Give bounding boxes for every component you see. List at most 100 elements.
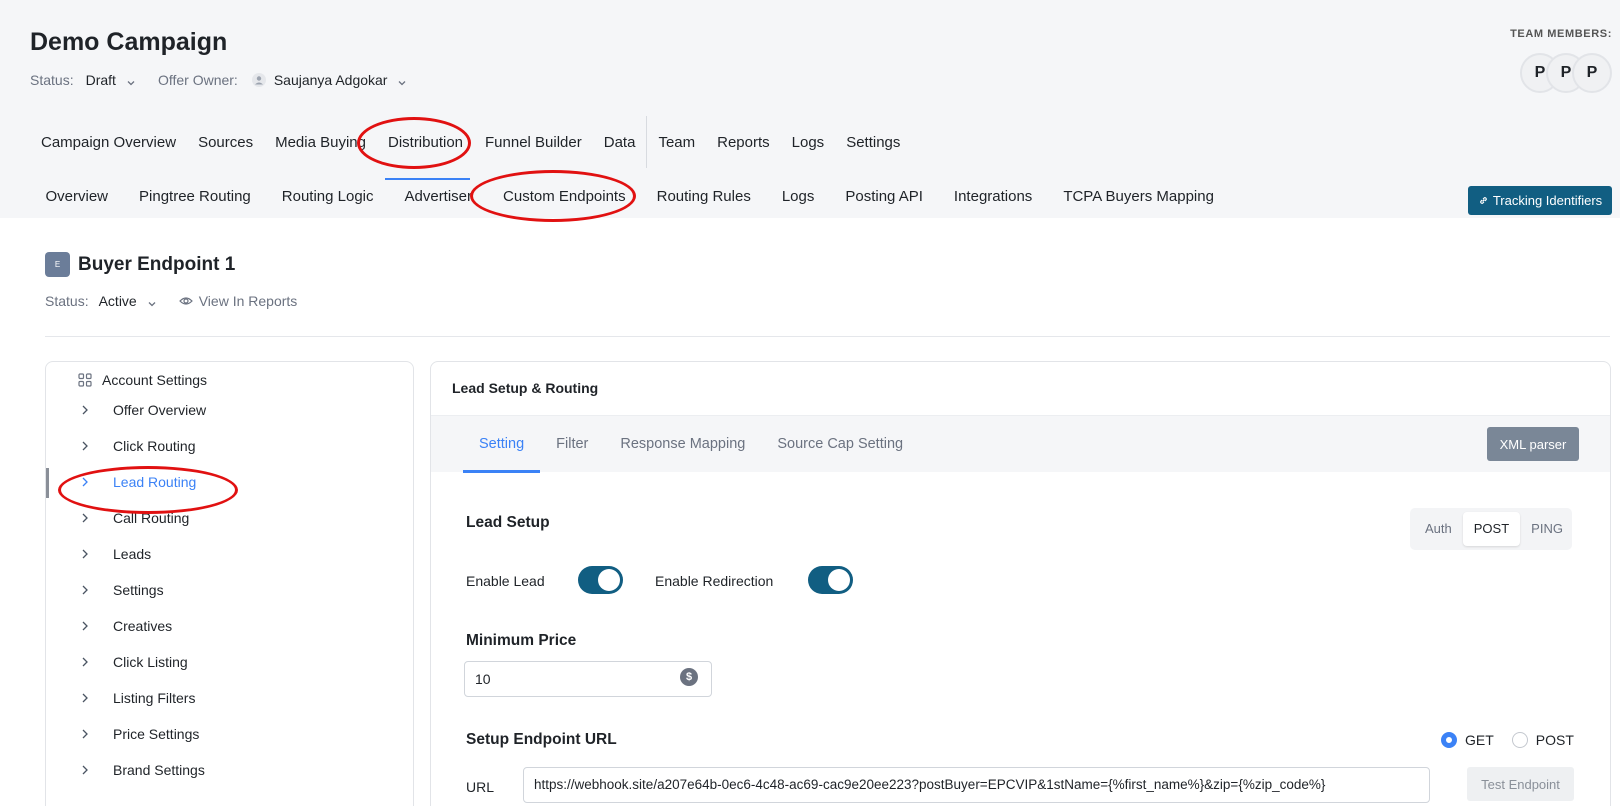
tab-response-mapping[interactable]: Response Mapping <box>604 416 761 473</box>
radio-get-label: GET <box>1465 732 1494 748</box>
chevron-right-icon <box>81 477 95 487</box>
tab-sources[interactable]: Sources <box>187 128 264 168</box>
tab-settings[interactable]: Settings <box>835 128 911 168</box>
sidebar-item-price-settings[interactable]: Price Settings <box>46 716 413 752</box>
endpoint-title: Buyer Endpoint 1 <box>78 253 236 275</box>
tab-campaign-overview[interactable]: Campaign Overview <box>30 128 187 168</box>
radio-post-label: POST <box>1535 732 1574 748</box>
sidebar-item-creatives[interactable]: Creatives <box>46 608 413 644</box>
subtab-routing-logic[interactable]: Routing Logic <box>266 182 389 211</box>
mode-auth[interactable]: Auth <box>1414 512 1463 546</box>
sidebar-item-lead-routing[interactable]: Lead Routing <box>46 464 413 500</box>
status-label: Status: <box>30 72 74 88</box>
sidebar-item-label: Offer Overview <box>113 402 207 418</box>
minimum-price-input[interactable]: 10 <box>464 661 712 697</box>
radio-get[interactable] <box>1441 732 1457 748</box>
minimum-price-title: Minimum Price <box>466 632 577 649</box>
chevron-down-icon[interactable] <box>126 75 136 86</box>
subtab-tcpa-buyers-mapping[interactable]: TCPA Buyers Mapping <box>1048 182 1230 211</box>
tracking-identifiers-label: Tracking Identifiers <box>1492 193 1603 208</box>
dollar-icon: $ <box>680 668 698 686</box>
campaign-meta: Status: Draft Offer Owner: Saujanya Adgo… <box>30 72 407 88</box>
page-title: Demo Campaign <box>30 28 228 56</box>
panel-tabs: Setting Filter Response Mapping Source C… <box>463 416 919 473</box>
team-avatars: P P P <box>1520 53 1612 93</box>
mode-post[interactable]: POST <box>1462 512 1521 546</box>
owner-label: Offer Owner: <box>157 72 238 88</box>
url-label: URL <box>466 779 495 795</box>
sidebar-item-offer-overview[interactable]: Offer Overview <box>46 392 413 428</box>
test-endpoint-button[interactable]: Test Endpoint <box>1467 767 1574 801</box>
view-in-reports-link[interactable]: View In Reports <box>178 293 298 309</box>
user-icon <box>251 73 266 87</box>
enable-lead-toggle[interactable] <box>578 566 623 594</box>
sidebar-item-leads[interactable]: Leads <box>46 536 413 572</box>
sidebar-item-label: Click Routing <box>113 438 196 454</box>
sidebar-item-settings[interactable]: Settings <box>46 572 413 608</box>
tab-team[interactable]: Team <box>647 128 706 168</box>
status-dropdown[interactable]: Draft <box>86 72 116 88</box>
sidebar-item-label: Creatives <box>113 618 173 634</box>
subtab-integrations[interactable]: Integrations <box>938 182 1047 211</box>
tab-logs[interactable]: Logs <box>781 128 836 168</box>
endpoint-status-dropdown[interactable]: Active <box>99 293 137 309</box>
sidebar-item-label: Click Listing <box>113 654 188 670</box>
chevron-down-icon[interactable] <box>397 75 407 86</box>
view-in-reports-label: View In Reports <box>198 293 298 309</box>
xml-parser-button[interactable]: XML parser <box>1487 427 1579 461</box>
chevron-right-icon <box>81 405 95 415</box>
chevron-down-icon[interactable] <box>147 296 157 307</box>
lead-setup-panel: Lead Setup & Routing Setting Filter Resp… <box>430 361 1611 806</box>
link-icon <box>1478 195 1489 206</box>
enable-redirection-toggle[interactable] <box>808 566 853 594</box>
sidebar-item-label: Leads <box>113 546 152 562</box>
panel-title: Lead Setup & Routing <box>452 380 599 396</box>
sidebar-item-click-listing[interactable]: Click Listing <box>46 644 413 680</box>
endpoint-badge: E <box>45 252 70 277</box>
tab-data[interactable]: Data <box>593 128 647 168</box>
sidebar-item-brand-settings[interactable]: Brand Settings <box>46 752 413 788</box>
sidebar-item-label: Brand Settings <box>113 762 205 778</box>
chevron-right-icon <box>81 621 95 631</box>
tracking-identifiers-button[interactable]: Tracking Identifiers <box>1468 186 1612 215</box>
tab-filter[interactable]: Filter <box>540 416 604 473</box>
owner-dropdown[interactable]: Saujanya Adgokar <box>274 72 388 88</box>
subtab-logs[interactable]: Logs <box>766 182 830 211</box>
avatar[interactable]: P <box>1572 53 1612 93</box>
campaign-header: Demo Campaign Status: Draft Offer Owner:… <box>0 0 1620 218</box>
radio-post[interactable] <box>1511 732 1528 748</box>
subtab-advertiser[interactable]: Advertiser <box>389 182 488 211</box>
endpoint-header: E Buyer Endpoint 1 <box>45 252 235 277</box>
chevron-right-icon <box>81 657 95 667</box>
subtab-posting-api[interactable]: Posting API <box>830 182 939 211</box>
grid-icon <box>78 373 92 387</box>
mode-ping[interactable]: PING <box>1520 512 1574 546</box>
method-radio-group: GET POST <box>1441 732 1574 748</box>
chevron-right-icon <box>81 729 95 739</box>
sidebar-item-label: Lead Routing <box>113 474 197 490</box>
enable-redirection-label: Enable Redirection <box>655 573 774 589</box>
tab-reports[interactable]: Reports <box>706 128 781 168</box>
account-settings-label: Account Settings <box>102 372 208 388</box>
endpoint-status-label: Status: <box>45 293 89 309</box>
chevron-right-icon <box>81 693 95 703</box>
sidebar-item-call-routing[interactable]: Call Routing <box>46 500 413 536</box>
settings-sidebar: Account Settings Offer Overview Click Ro… <box>45 361 414 806</box>
sidebar-item-label: Settings <box>113 582 164 598</box>
subtab-overview[interactable]: Overview <box>30 182 124 211</box>
eye-icon <box>178 297 193 305</box>
tab-setting[interactable]: Setting <box>463 416 541 473</box>
subtab-routing-rules[interactable]: Routing Rules <box>641 182 766 211</box>
account-settings-heading[interactable]: Account Settings <box>78 372 207 388</box>
tab-distribution[interactable]: Distribution <box>377 128 474 180</box>
subtab-pingtree-routing[interactable]: Pingtree Routing <box>124 182 267 211</box>
lead-setup-title: Lead Setup <box>466 514 550 531</box>
endpoint-url-input[interactable]: https://webhook.site/a207e64b-0ec6-4c48-… <box>523 767 1430 803</box>
sidebar-item-click-routing[interactable]: Click Routing <box>46 428 413 464</box>
tab-media-buying[interactable]: Media Buying <box>264 128 377 168</box>
tab-source-cap-setting[interactable]: Source Cap Setting <box>761 416 919 473</box>
team-members-label: TEAM MEMBERS: <box>1510 28 1612 40</box>
sidebar-item-listing-filters[interactable]: Listing Filters <box>46 680 413 716</box>
subtab-custom-endpoints[interactable]: Custom Endpoints <box>488 182 642 211</box>
tab-funnel-builder[interactable]: Funnel Builder <box>474 128 593 168</box>
